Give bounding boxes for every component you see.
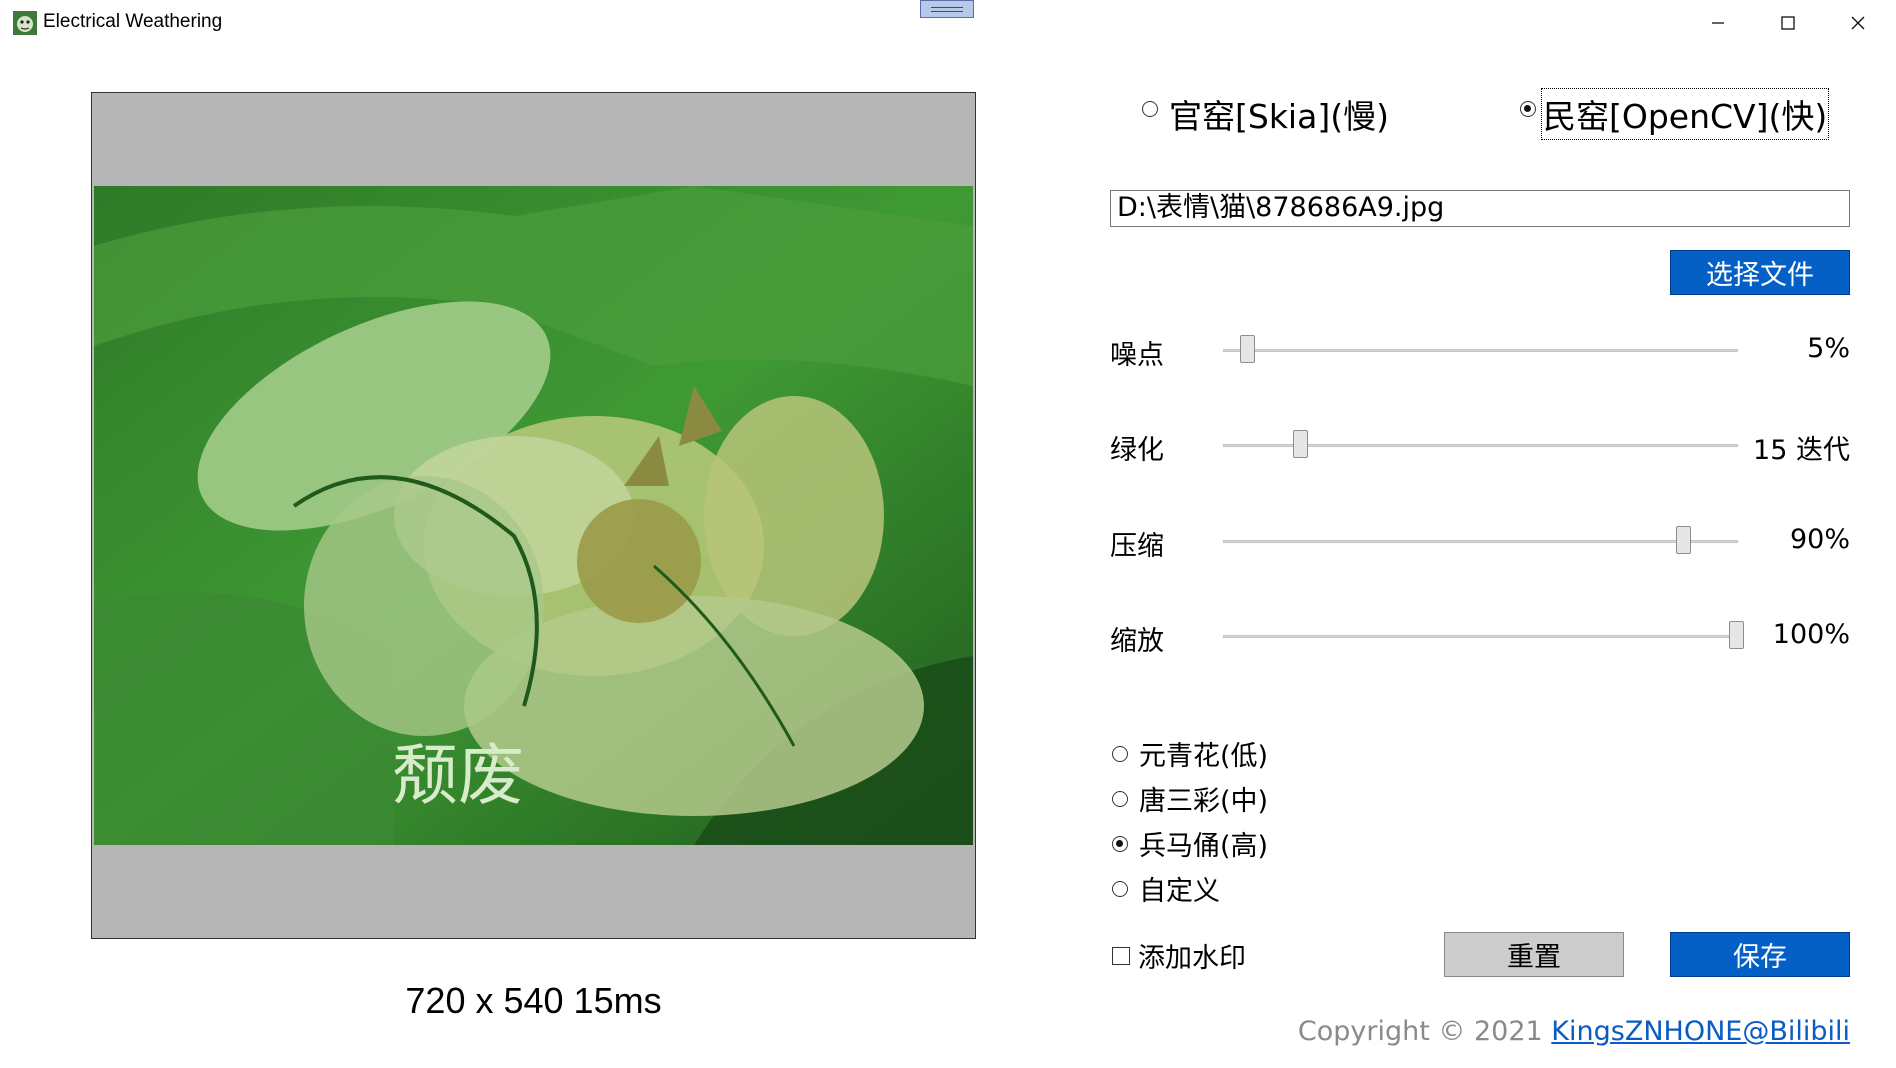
slider-value: 90%: [1789, 524, 1850, 555]
preset-label: 兵马俑(高): [1139, 831, 1269, 862]
reset-button[interactable]: 重置: [1444, 932, 1624, 977]
maximize-button[interactable]: [1753, 0, 1823, 46]
cat-photo: 颓废: [94, 186, 973, 845]
scale-slider-track[interactable]: [1223, 635, 1738, 638]
radio-button[interactable]: [1142, 101, 1158, 117]
preview-overlay-text: 颓废: [392, 737, 524, 814]
drag-handle[interactable]: [920, 0, 974, 18]
cat-app-icon: [13, 11, 37, 35]
choose-file-button[interactable]: 选择文件: [1670, 250, 1850, 295]
compression-slider-track[interactable]: [1223, 540, 1738, 543]
noise-slider-thumb[interactable]: [1240, 335, 1255, 363]
noise-slider-track[interactable]: [1223, 349, 1738, 352]
watermark-label: 添加水印: [1138, 943, 1246, 974]
author-link[interactable]: KingsZNHONE@Bilibili: [1551, 1016, 1850, 1047]
radio-button[interactable]: [1112, 790, 1128, 807]
preset-option-medium[interactable]: 唐三彩(中): [1112, 779, 1268, 818]
minimize-icon: [1712, 22, 1724, 24]
save-button[interactable]: 保存: [1670, 932, 1850, 977]
engine-option-label: 官窑[Skia](慢): [1169, 97, 1389, 136]
slider-value: 5%: [1807, 333, 1850, 364]
watermark-checkbox[interactable]: [1112, 946, 1130, 965]
slider-label: 压缩: [1110, 531, 1164, 562]
maximize-icon: [1781, 16, 1795, 30]
preset-option-high[interactable]: 兵马俑(高): [1112, 824, 1268, 863]
window-title: Electrical Weathering: [43, 11, 223, 32]
engine-option-skia[interactable]: 官窑[Skia](慢): [1142, 90, 1389, 138]
scale-slider-thumb[interactable]: [1729, 621, 1744, 649]
preset-option-low[interactable]: 元青花(低): [1112, 734, 1268, 773]
radio-button[interactable]: [1112, 745, 1128, 762]
radio-button[interactable]: [1112, 835, 1128, 852]
watermark-option[interactable]: 添加水印: [1112, 936, 1246, 975]
preview-image: 颓废: [94, 186, 973, 845]
image-preview-frame: 颓废: [91, 92, 976, 939]
compression-slider-row: 压缩 90%: [1110, 516, 1850, 566]
compression-slider-thumb[interactable]: [1676, 526, 1691, 554]
radio-button[interactable]: [1112, 880, 1128, 897]
copyright-notice: Copyright © 2021 KingsZNHONE@Bilibili: [1298, 1016, 1850, 1047]
noise-slider-row: 噪点 5%: [1110, 325, 1850, 375]
preset-option-custom[interactable]: 自定义: [1112, 869, 1220, 908]
slider-value: 100%: [1772, 619, 1850, 650]
preset-label: 唐三彩(中): [1139, 786, 1269, 817]
radio-button[interactable]: [1520, 101, 1536, 117]
copyright-text: Copyright © 2021: [1297, 1016, 1552, 1047]
preset-label: 元青花(低): [1139, 741, 1269, 772]
slider-label: 绿化: [1110, 435, 1164, 466]
close-icon: [1851, 16, 1865, 30]
minimize-button[interactable]: [1683, 0, 1753, 46]
app-window: Electrical Weathering 颓废 720 x 540 15ms …: [0, 0, 1896, 1068]
green-slider-row: 绿化 15 迭代: [1110, 420, 1850, 470]
slider-label: 缩放: [1110, 626, 1164, 657]
slider-value: 15 迭代: [1753, 435, 1850, 466]
slider-label: 噪点: [1110, 340, 1164, 371]
scale-slider-row: 缩放 100%: [1110, 611, 1850, 661]
green-slider-thumb[interactable]: [1293, 430, 1308, 458]
preset-label: 自定义: [1139, 876, 1220, 907]
engine-option-label: 民窑[OpenCV](快): [1540, 88, 1830, 140]
file-path-input[interactable]: D:\表情\猫\878686A9.jpg: [1110, 190, 1850, 227]
engine-option-opencv[interactable]: 民窑[OpenCV](快): [1520, 88, 1830, 140]
image-info-label: 720 x 540 15ms: [405, 980, 662, 1021]
title-bar[interactable]: Electrical Weathering: [0, 0, 1896, 46]
close-button[interactable]: [1823, 0, 1893, 46]
